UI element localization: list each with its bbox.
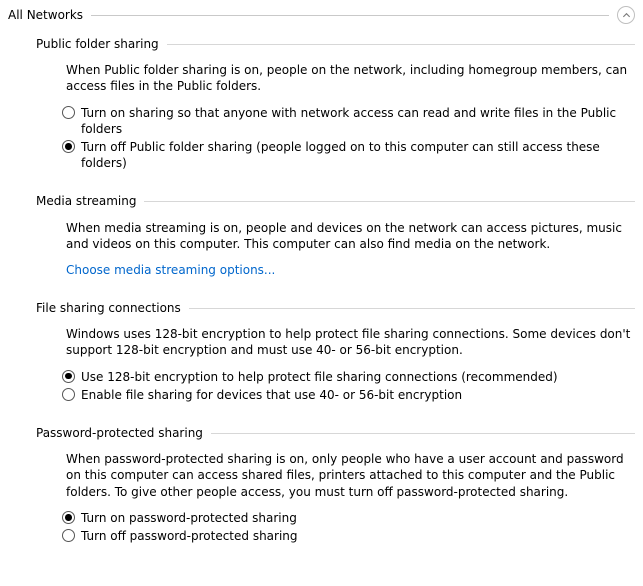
radio-icon [62, 529, 75, 542]
chevron-up-icon[interactable] [617, 6, 635, 24]
password-protected-sharing-section: Password-protected sharing When password… [36, 425, 635, 544]
public-sharing-off-radio[interactable]: Turn off Public folder sharing (people l… [62, 139, 635, 171]
radio-label: Turn off Public folder sharing (people l… [81, 139, 635, 171]
radio-icon [62, 388, 75, 401]
radio-label: Turn on sharing so that anyone with netw… [81, 105, 635, 137]
encryption-4056-radio[interactable]: Enable file sharing for devices that use… [62, 387, 635, 403]
divider [167, 44, 635, 45]
radio-label: Turn off password-protected sharing [81, 528, 635, 544]
media-streaming-title: Media streaming [36, 193, 136, 209]
radio-icon [62, 140, 75, 153]
radio-label: Turn on password-protected sharing [81, 510, 635, 526]
public-folder-sharing-title: Public folder sharing [36, 36, 159, 52]
password-sharing-on-radio[interactable]: Turn on password-protected sharing [62, 510, 635, 526]
media-streaming-options-link[interactable]: Choose media streaming options... [66, 262, 275, 278]
radio-icon [62, 370, 75, 383]
encryption-128-radio[interactable]: Use 128-bit encryption to help protect f… [62, 369, 635, 385]
all-networks-title: All Networks [8, 7, 83, 23]
all-networks-group: All Networks [8, 6, 635, 24]
password-protected-sharing-description: When password-protected sharing is on, o… [66, 451, 635, 500]
file-sharing-connections-title: File sharing connections [36, 300, 181, 316]
public-folder-sharing-description: When Public folder sharing is on, people… [66, 62, 635, 94]
radio-label: Enable file sharing for devices that use… [81, 387, 635, 403]
radio-icon [62, 511, 75, 524]
divider [144, 201, 635, 202]
file-sharing-connections-description: Windows uses 128-bit encryption to help … [66, 326, 635, 358]
public-folder-sharing-section: Public folder sharing When Public folder… [36, 36, 635, 171]
radio-label: Use 128-bit encryption to help protect f… [81, 369, 635, 385]
divider [189, 308, 635, 309]
password-protected-sharing-title: Password-protected sharing [36, 425, 203, 441]
media-streaming-description: When media streaming is on, people and d… [66, 220, 635, 252]
file-sharing-connections-section: File sharing connections Windows uses 12… [36, 300, 635, 403]
divider [91, 15, 609, 16]
radio-icon [62, 106, 75, 119]
public-sharing-on-radio[interactable]: Turn on sharing so that anyone with netw… [62, 105, 635, 137]
divider [211, 433, 635, 434]
media-streaming-section: Media streaming When media streaming is … [36, 193, 635, 278]
password-sharing-off-radio[interactable]: Turn off password-protected sharing [62, 528, 635, 544]
